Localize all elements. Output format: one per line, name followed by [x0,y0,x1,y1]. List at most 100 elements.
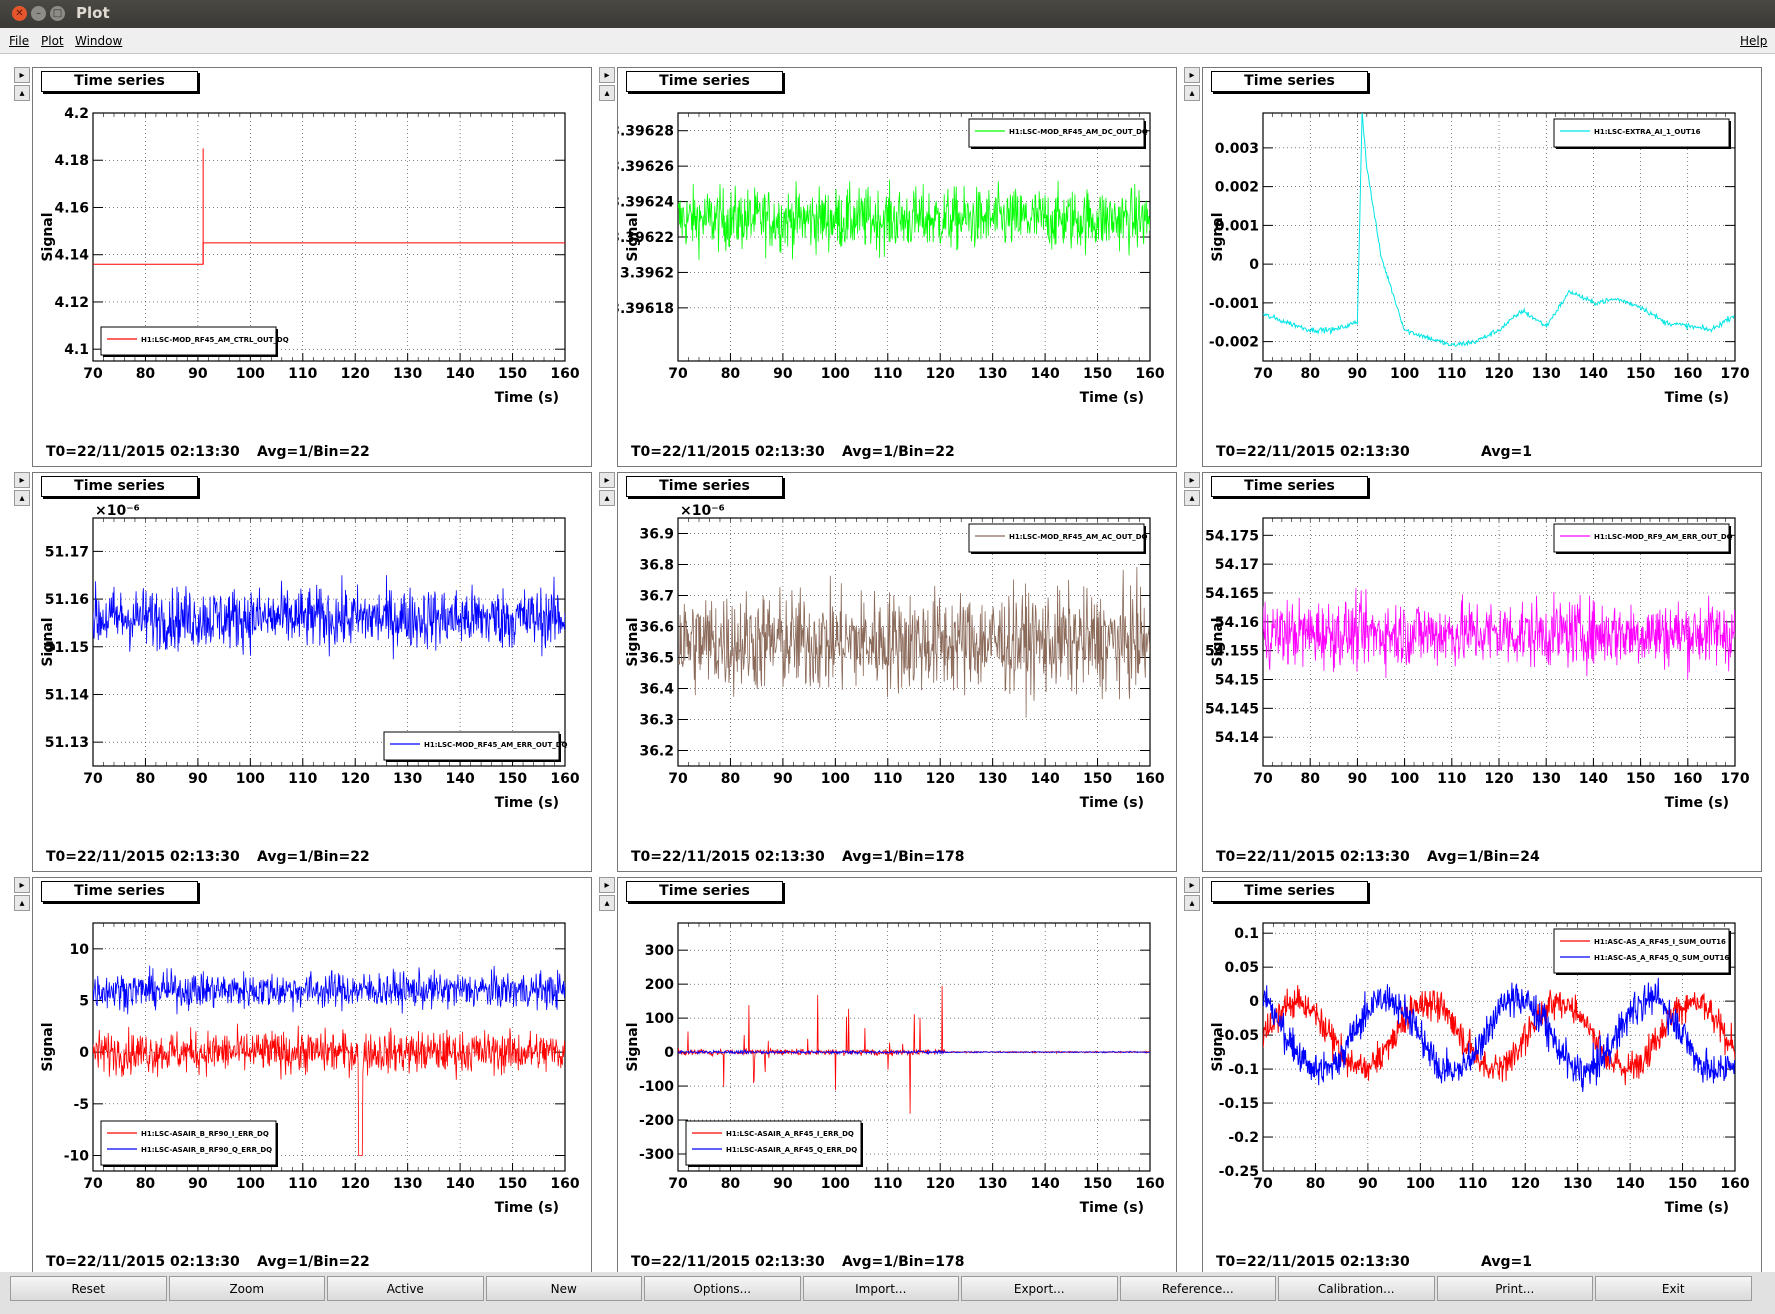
x-tick-label: 90 [773,1176,793,1192]
legend-entry: H1:LSC-MOD_RF45_AM_DC_OUT_DQ [1009,128,1148,136]
panel-arrows: ▸ ▴ [599,472,615,508]
y-tick-label: 3.39628 [618,124,674,140]
x-tick-label: 100 [236,771,265,787]
exit-button[interactable]: Exit [1595,1276,1752,1301]
reference-button[interactable]: Reference... [1119,1276,1276,1301]
y-axis-label: Signal [625,212,641,261]
y-tick-label: 0.003 [1215,141,1259,157]
panel-title: Time series [41,71,198,92]
menu-plot[interactable]: Plot [41,34,64,48]
x-tick-label: 80 [1300,366,1320,382]
t0-label: T0=22/11/2015 02:13:30 [1216,1254,1410,1270]
x-tick-label: 70 [83,1176,103,1192]
expand-up-icon[interactable]: ▴ [1184,490,1200,506]
t0-label: T0=22/11/2015 02:13:30 [631,444,825,460]
expand-up-icon[interactable]: ▴ [14,895,30,911]
x-tick-label: 130 [1563,1176,1592,1192]
expand-right-icon[interactable]: ▸ [599,472,615,488]
plot-canvas[interactable]: 70 80 90 100 110 120 130 140 150 160 4.1 4.12 4.14 4.… [32,67,592,467]
y-tick-label: 300 [645,943,674,959]
x-tick-label: 70 [1253,771,1273,787]
x-tick-label: 90 [188,366,208,382]
y-tick-label: 5 [79,994,89,1010]
new-button[interactable]: New [485,1276,642,1301]
minimize-icon[interactable]: – [31,6,46,21]
maximize-icon[interactable]: □ [50,6,65,21]
avg-label: Avg=1/Bin=22 [257,849,370,865]
legend-entry: H1:LSC-ASAIR_B_RF90_Q_ERR_DQ [141,1146,272,1154]
menu-help[interactable]: Help [1740,34,1767,48]
menu-window[interactable]: Window [75,34,122,48]
x-axis-label: Time (s) [495,795,559,811]
expand-up-icon[interactable]: ▴ [599,85,615,101]
x-tick-label: 150 [1668,1176,1697,1192]
y-axis-label: Signal [40,617,56,666]
expand-up-icon[interactable]: ▴ [1184,895,1200,911]
expand-up-icon[interactable]: ▴ [14,85,30,101]
menu-file[interactable]: File [9,34,29,48]
x-tick-label: 140 [1615,1176,1644,1192]
legend: H1:LSC-ASAIR_B_RF90_I_ERR_DQ H1:LSC-ASAIR… [100,1120,278,1167]
y-tick-label: 100 [645,1011,674,1027]
expand-up-icon[interactable]: ▴ [599,895,615,911]
window-title: Plot [76,4,110,22]
y-tick-label: 54.175 [1205,528,1259,544]
expand-right-icon[interactable]: ▸ [14,877,30,893]
y-tick-label: 0.05 [1224,960,1259,976]
import-button[interactable]: Import... [802,1276,959,1301]
plot-canvas[interactable]: 70 80 90 100 110 120 130 140 150 160 -300 -200 -100 0… [617,877,1177,1277]
plot-panel-3: ▸ ▴ 70 80 90 100 110 120 130 140 150 160 170 -0.002 -0… [1172,57,1762,467]
expand-up-icon[interactable]: ▴ [599,490,615,506]
plot-canvas[interactable]: 70 80 90 100 110 120 130 140 150 160 36.2 36.3 36.4 3… [617,472,1177,872]
t0-label: T0=22/11/2015 02:13:30 [631,1254,825,1270]
expand-right-icon[interactable]: ▸ [1184,67,1200,83]
y-tick-label: 36.4 [639,682,674,698]
legend-entry: H1:ASC-AS_A_RF45_I_SUM_OUT16 [1594,938,1726,946]
plot-panel-grid: ▸ ▴ 70 80 90 100 110 120 130 140 150 160 4.1 4.12 4.14… [0,54,1775,1277]
reset-button[interactable]: Reset [10,1276,167,1301]
active-button[interactable]: Active [327,1276,484,1301]
plot-canvas[interactable]: 70 80 90 100 110 120 130 140 150 160 51.13 51.14 51.… [32,472,592,872]
y-axis-label: Signal [1210,617,1226,666]
x-tick-label: 110 [873,366,902,382]
x-axis-label: Time (s) [1080,795,1144,811]
x-tick-label: 140 [1579,366,1608,382]
expand-right-icon[interactable]: ▸ [14,472,30,488]
plot-canvas[interactable]: 70 80 90 100 110 120 130 140 150 160 170 54.14 54.14… [1202,472,1762,872]
x-tick-label: 170 [1720,771,1749,787]
expand-right-icon[interactable]: ▸ [14,67,30,83]
y-tick-label: 54.15 [1215,672,1259,688]
y-tick-label: 36.2 [639,744,674,760]
x-tick-label: 120 [1484,771,1513,787]
legend-entry: H1:LSC-ASAIR_B_RF90_I_ERR_DQ [141,1130,269,1138]
x-tick-label: 160 [550,1176,579,1192]
calibration-button[interactable]: Calibration... [1278,1276,1435,1301]
plot-canvas[interactable]: 70 80 90 100 110 120 130 140 150 160 3.39618 3.3962… [617,67,1177,467]
y-tick-label: 4.12 [54,295,89,311]
y-tick-label: 0.002 [1215,180,1259,196]
x-tick-label: 110 [288,366,317,382]
time-series-chart: 70 80 90 100 110 120 130 140 150 160 170 54.14 54.14… [1205,517,1750,811]
time-series-chart: 70 80 90 100 110 120 130 140 150 160 3.39618 3.3962… [618,112,1165,406]
plot-canvas[interactable]: 70 80 90 100 110 120 130 140 150 160 -10 -5 0 5 10 Time… [32,877,592,1277]
x-tick-label: 100 [1406,1176,1435,1192]
print-button[interactable]: Print... [1436,1276,1593,1301]
zoom-button[interactable]: Zoom [168,1276,325,1301]
close-icon[interactable]: ✕ [12,6,27,21]
expand-right-icon[interactable]: ▸ [599,877,615,893]
plot-canvas[interactable]: 70 80 90 100 110 120 130 140 150 160 -0.25 -0.2 -0.1… [1202,877,1762,1277]
y-tick-label: 4.2 [64,106,89,122]
plot-canvas[interactable]: 70 80 90 100 110 120 130 140 150 160 170 -0.002 -0.0… [1202,67,1762,467]
panel-title: Time series [41,476,198,497]
expand-up-icon[interactable]: ▴ [1184,85,1200,101]
options-button[interactable]: Options... [644,1276,801,1301]
y-tick-label: 36.6 [639,620,674,636]
legend: H1:LSC-EXTRA_AI_1_OUT16 [1553,118,1731,149]
expand-right-icon[interactable]: ▸ [599,67,615,83]
y-axis-label: Signal [40,1022,56,1071]
expand-right-icon[interactable]: ▸ [1184,877,1200,893]
export-button[interactable]: Export... [961,1276,1118,1301]
x-tick-label: 170 [1720,366,1749,382]
expand-up-icon[interactable]: ▴ [14,490,30,506]
expand-right-icon[interactable]: ▸ [1184,472,1200,488]
